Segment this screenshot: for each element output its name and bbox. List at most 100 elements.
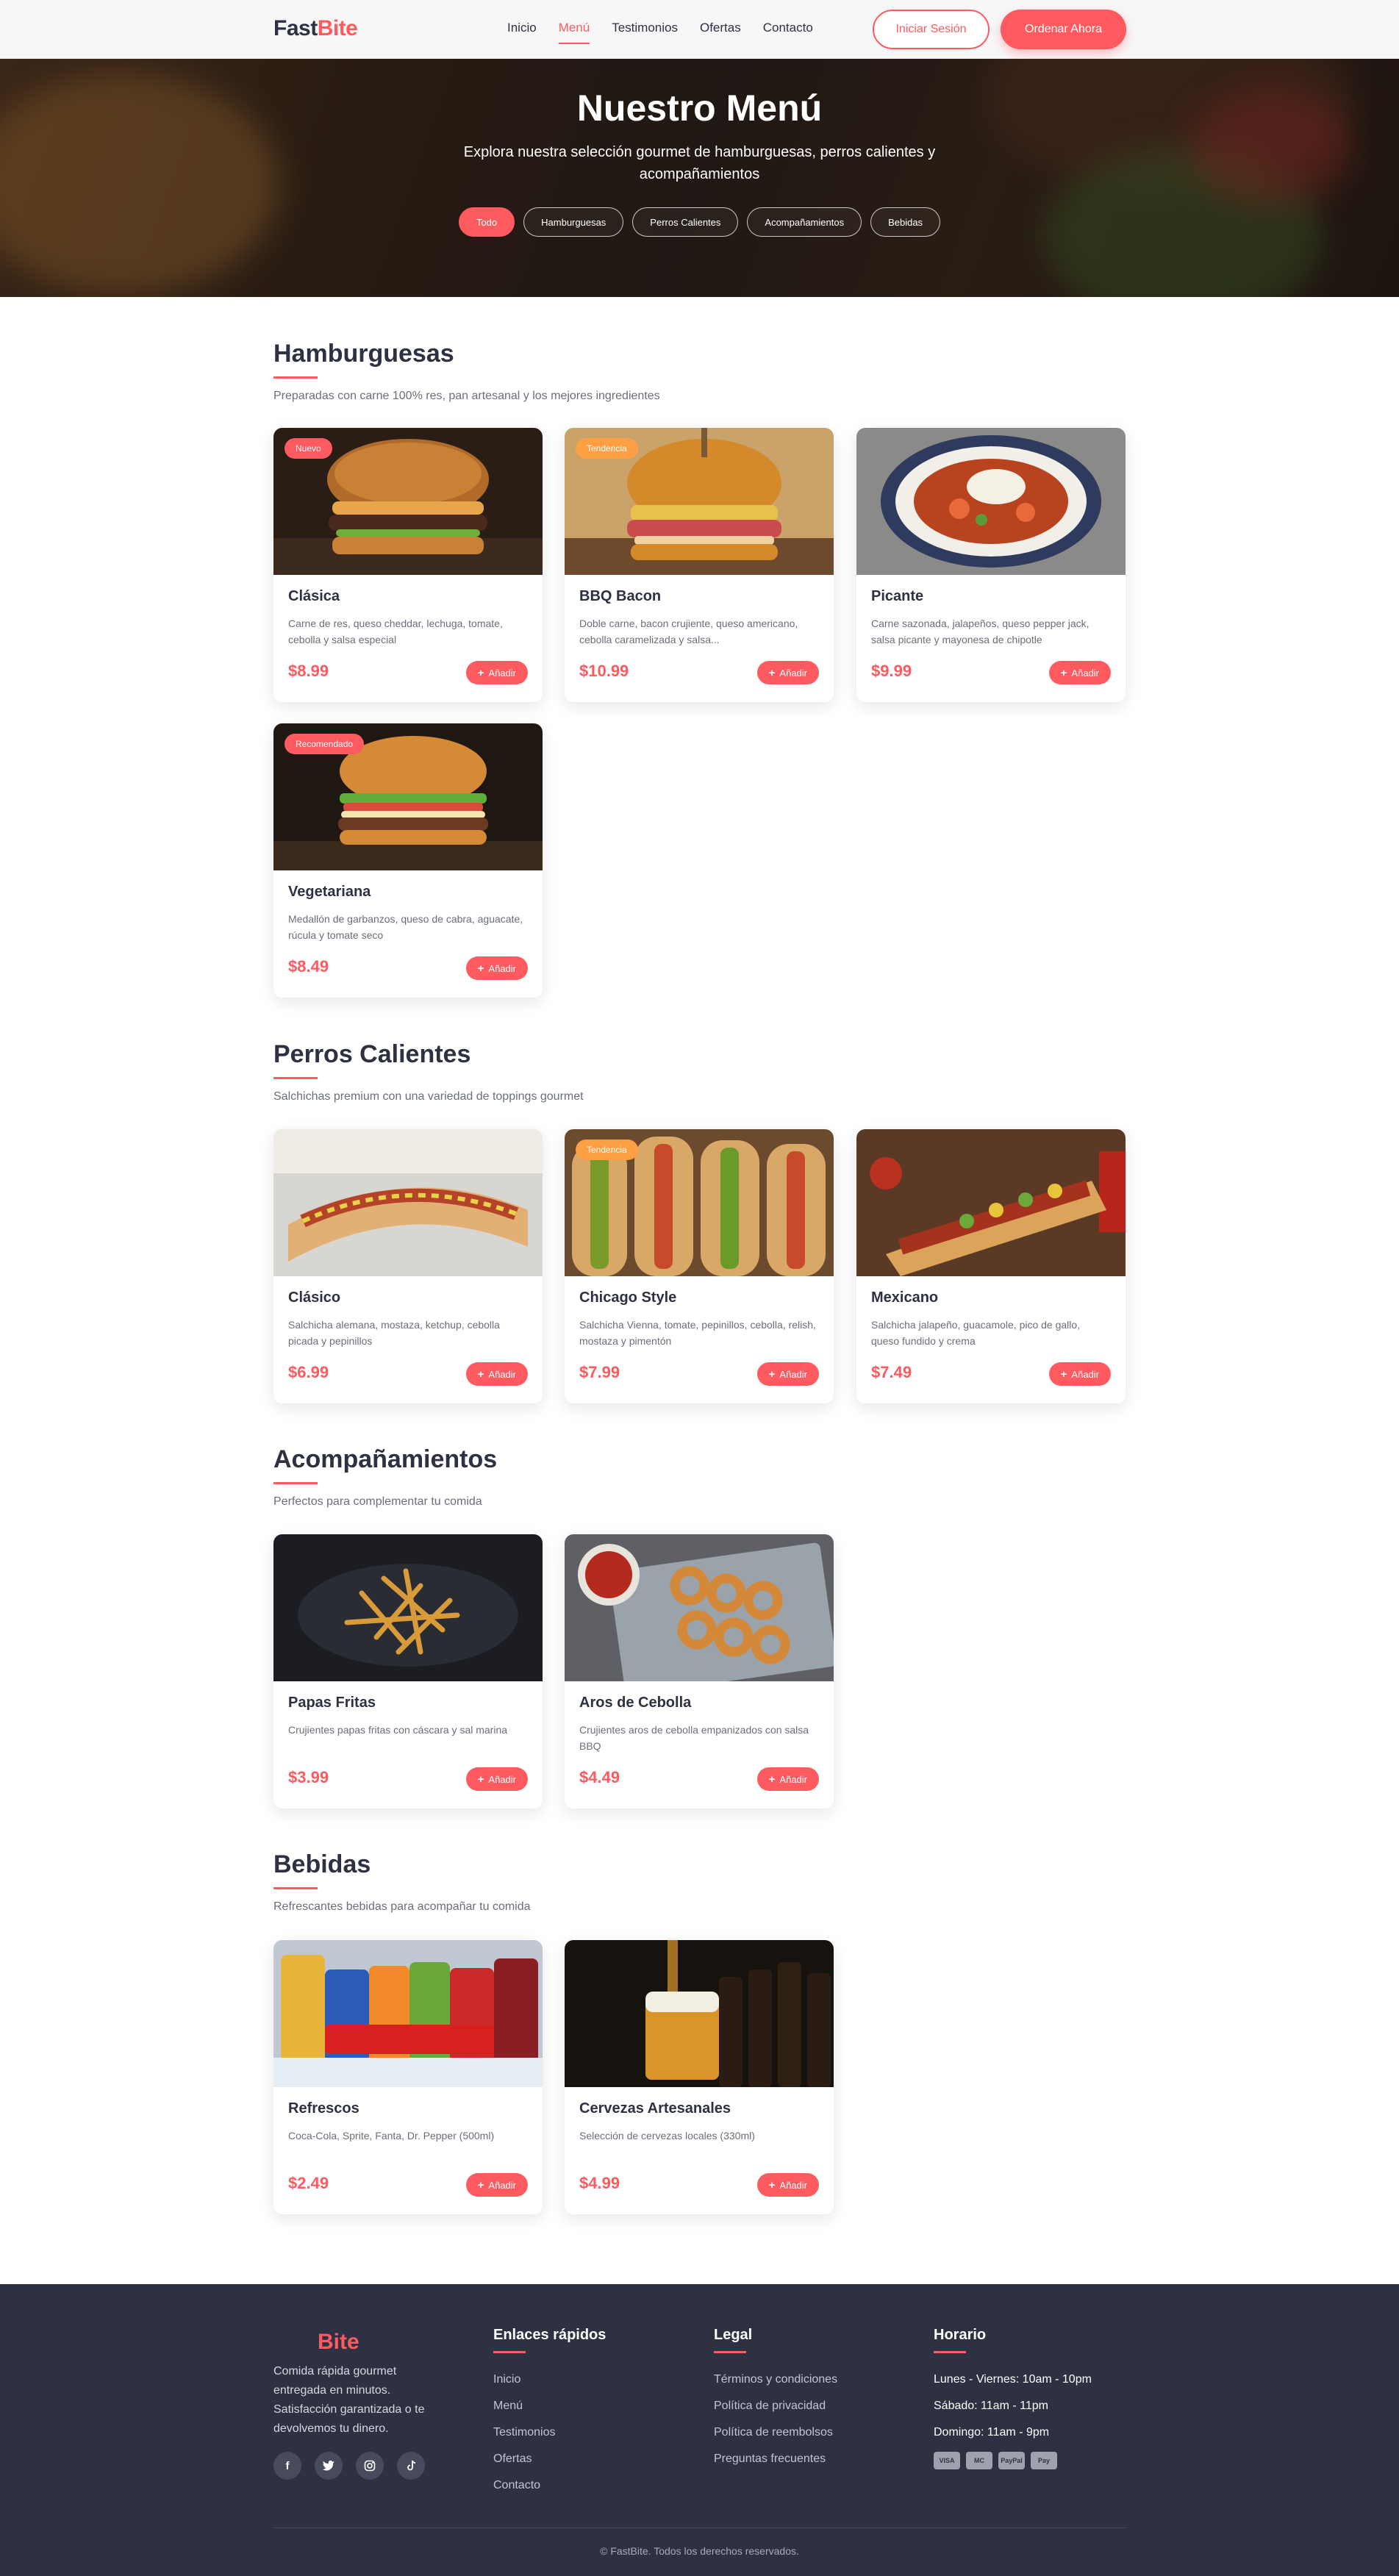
footer-link-inicio[interactable]: Inicio [493, 2366, 606, 2393]
fries-image [273, 1534, 543, 1681]
item-name: Refrescos [288, 2100, 359, 2117]
menu-card-cervezas-artesanales[interactable]: Cervezas Artesanales Selección de cervez… [565, 1940, 834, 2214]
filter-hamburguesas[interactable]: Hamburguesas [523, 207, 624, 237]
sodas-image [273, 1940, 543, 2087]
item-name: Chicago Style [579, 1289, 677, 1306]
add-to-cart-button[interactable]: + Añadir [465, 2173, 528, 2197]
logo-fast: Fast [273, 16, 318, 40]
menu-card-aros-de-cebolla[interactable]: Aros de Cebolla Crujientes aros de cebol… [565, 1534, 834, 1808]
hero-subtitle: Explora nuestra selección gourmet de ham… [463, 144, 936, 182]
paypal-icon: PayPal [998, 2452, 1025, 2469]
spicy-bowl-image [856, 428, 1126, 575]
section-desc-acompanamientos: Perfectos para complementar tu comida [273, 1495, 482, 1508]
menu-card-papas-fritas[interactable]: Papas Fritas Crujientes papas fritas con… [273, 1534, 543, 1808]
add-label: Añadir [1071, 667, 1099, 679]
add-to-cart-button[interactable]: + Añadir [465, 1767, 528, 1791]
item-description: Doble carne, bacon crujiente, queso amer… [579, 618, 798, 645]
menu-card-mexicano[interactable]: Mexicano Salchicha jalapeño, guacamole, … [856, 1129, 1126, 1403]
menu-card-chicago-style[interactable]: Tendencia Chicago Style Salchicha Vienna… [565, 1129, 834, 1403]
item-name: Cervezas Artesanales [579, 2100, 731, 2117]
nav-link-testimonios[interactable]: Testimonios [612, 21, 678, 44]
add-label: Añadir [488, 962, 516, 974]
menu-card-clasica[interactable]: Nuevo Clásica Carne de res, queso chedda… [273, 428, 543, 702]
tiktok-icon[interactable] [397, 2452, 425, 2480]
footer-link-privacidad[interactable]: Política de privacidad [714, 2393, 837, 2419]
footer-hours: Horario Lunes - Viernes: 10am - 10pm Sáb… [934, 2327, 1092, 2446]
item-price: $4.49 [579, 1768, 620, 1786]
nav-link-contacto[interactable]: Contacto [763, 21, 813, 44]
menu-card-picante[interactable]: Picante Carne sazonada, jalapeños, queso… [856, 428, 1126, 702]
beers-image [565, 1940, 834, 2087]
twitter-icon[interactable] [315, 2452, 343, 2480]
footer-link-menu[interactable]: Menú [493, 2393, 606, 2419]
footer-link-terminos[interactable]: Términos y condiciones [714, 2366, 837, 2393]
plus-icon: + [1060, 1367, 1067, 1381]
add-to-cart-button[interactable]: + Añadir [1048, 1362, 1111, 1386]
add-to-cart-button[interactable]: + Añadir [465, 1362, 528, 1386]
item-name: BBQ Bacon [579, 588, 662, 604]
plus-icon: + [768, 1367, 776, 1381]
add-to-cart-button[interactable]: + Añadir [756, 1767, 819, 1791]
menu-card-vegetariana[interactable]: Recomendado Vegetariana Medallón de garb… [273, 723, 543, 998]
footer-link-contacto[interactable]: Contacto [493, 2472, 606, 2499]
facebook-icon[interactable]: f [273, 2452, 301, 2480]
menu-card-refrescos[interactable]: Refrescos Coca-Cola, Sprite, Fanta, Dr. … [273, 1940, 543, 2214]
section-underline [273, 1887, 318, 1889]
menu-card-hotdog-clasico[interactable]: Clásico Salchicha alemana, mostaza, ketc… [273, 1129, 543, 1403]
badge-nuevo: Nuevo [285, 438, 332, 459]
logo[interactable]: FastBite [273, 16, 358, 41]
filter-todo[interactable]: Todo [458, 207, 515, 237]
social-links: f [273, 2452, 425, 2480]
footer-underline [493, 2351, 526, 2353]
footer-about: Comida rápida gourmet entregada en minut… [273, 2365, 425, 2435]
item-price: $8.99 [288, 662, 329, 680]
hours-saturday: Sábado: 11am - 11pm [934, 2400, 1048, 2412]
item-description: Salchicha jalapeño, guacamole, pico de g… [871, 1319, 1081, 1347]
footer-link-reembolsos[interactable]: Política de reembolsos [714, 2419, 837, 2446]
item-price: $2.49 [288, 2174, 329, 2192]
footer-logo[interactable]: Bite [318, 2330, 359, 2355]
nav-link-inicio[interactable]: Inicio [507, 21, 537, 44]
top-navbar: FastBite Inicio Menú Testimonios Ofertas… [0, 0, 1399, 59]
add-label: Añadir [488, 1368, 516, 1380]
plus-icon: + [768, 1772, 776, 1786]
item-name: Aros de Cebolla [579, 1695, 692, 1711]
footer-link-faq[interactable]: Preguntas frecuentes [714, 2446, 837, 2472]
hours-sunday: Domingo: 11am - 9pm [934, 2426, 1050, 2439]
mastercard-icon: MC [966, 2452, 992, 2469]
add-to-cart-button[interactable]: + Añadir [465, 956, 528, 980]
item-price: $7.99 [579, 1363, 620, 1381]
add-to-cart-button[interactable]: + Añadir [756, 2173, 819, 2197]
section-desc-hamburguesas: Preparadas con carne 100% res, pan artes… [273, 390, 660, 402]
nav-link-ofertas[interactable]: Ofertas [700, 21, 741, 44]
section-title-hamburguesas: Hamburguesas [273, 340, 454, 368]
add-label: Añadir [779, 667, 807, 679]
add-to-cart-button[interactable]: + Añadir [756, 661, 819, 684]
footer-link-testimonios[interactable]: Testimonios [493, 2419, 606, 2446]
section-underline [273, 376, 318, 379]
item-price: $8.49 [288, 957, 329, 976]
nav-link-menu[interactable]: Menú [558, 21, 590, 44]
order-now-button[interactable]: Ordenar Ahora [1001, 10, 1126, 49]
filter-perros-calientes[interactable]: Perros Calientes [632, 207, 739, 237]
add-to-cart-button[interactable]: + Añadir [1048, 661, 1111, 684]
hero-title: Nuestro Menú [576, 87, 823, 129]
item-description: Carne sazonada, jalapeños, queso pepper … [871, 618, 1089, 645]
filter-bebidas[interactable]: Bebidas [870, 207, 941, 237]
menu-card-bbq-bacon[interactable]: Tendencia BBQ Bacon Doble carne, bacon c… [565, 428, 834, 702]
add-label: Añadir [779, 2179, 807, 2191]
add-label: Añadir [779, 1773, 807, 1785]
copyright: © FastBite. Todos los derechos reservado… [600, 2545, 799, 2557]
login-button[interactable]: Iniciar Sesión [873, 10, 990, 49]
add-to-cart-button[interactable]: + Añadir [465, 661, 528, 684]
add-to-cart-button[interactable]: + Añadir [756, 1362, 819, 1386]
section-underline [273, 1482, 318, 1484]
badge-tendencia: Tendencia [576, 1139, 638, 1160]
filter-acompanamientos[interactable]: Acompañamientos [747, 207, 862, 237]
item-name: Clásico [288, 1289, 341, 1306]
plus-icon: + [477, 666, 484, 679]
hotdog-classic-image [273, 1129, 543, 1276]
footer-link-ofertas[interactable]: Ofertas [493, 2446, 606, 2472]
visa-icon: VISA [934, 2452, 960, 2469]
instagram-icon[interactable] [356, 2452, 384, 2480]
